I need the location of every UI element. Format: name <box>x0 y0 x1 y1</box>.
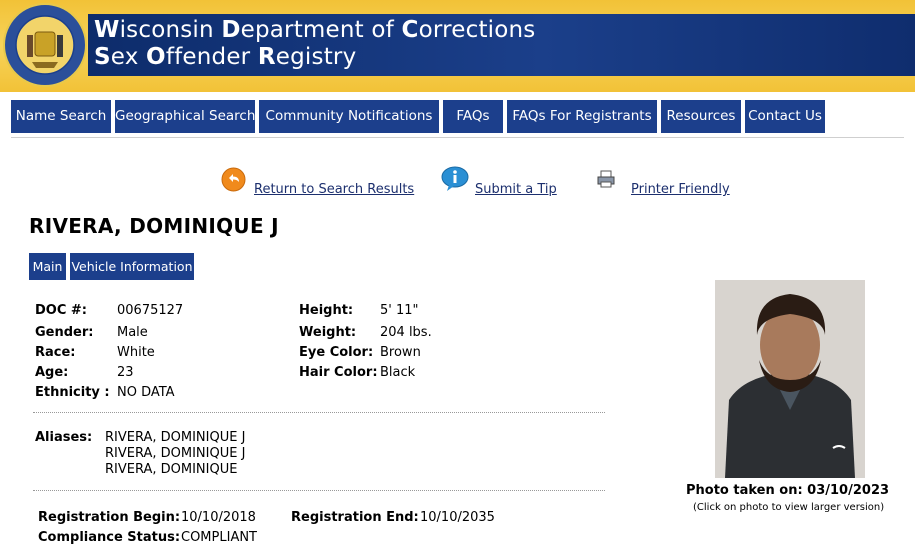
t1f: orrections <box>418 17 536 43</box>
header-banner: Wisconsin Department of Corrections Sex … <box>0 0 915 92</box>
aliases-label: Aliases: <box>35 430 93 445</box>
hair-color-label: Hair Color: <box>299 365 378 380</box>
submit-tip-link[interactable]: Submit a Tip <box>475 182 557 197</box>
offender-name: RIVERA, DOMINIQUE J <box>29 214 279 238</box>
tab-main[interactable]: Main <box>29 253 66 280</box>
header-title-line1: Wisconsin Department of Corrections <box>94 17 536 43</box>
tab-vehicle-information[interactable]: Vehicle Information <box>70 253 194 280</box>
race-value: White <box>117 345 155 360</box>
ethnicity-label: Ethnicity : <box>35 385 110 400</box>
state-seal-logo[interactable] <box>2 2 88 88</box>
compliance-status-label: Compliance Status: <box>38 530 181 545</box>
registration-begin-label: Registration Begin: <box>38 510 181 525</box>
height-value: 5' 11" <box>380 303 419 318</box>
t1b: isconsin <box>119 17 222 43</box>
header-title-line2: Sex Offender Registry <box>94 44 356 70</box>
nav-faqs-for-registrants[interactable]: FAQs For Registrants <box>507 100 657 133</box>
weight-label: Weight: <box>299 325 357 340</box>
alias-item: RIVERA, DOMINIQUE J <box>105 446 246 461</box>
race-label: Race: <box>35 345 76 360</box>
t2a: S <box>94 44 111 70</box>
alias-item: RIVERA, DOMINIQUE J <box>105 430 246 445</box>
t2c: O <box>146 44 166 70</box>
compliance-status-value: COMPLIANT <box>181 530 258 545</box>
age-value: 23 <box>117 365 134 380</box>
t2f: egistry <box>275 44 357 70</box>
ethnicity-value: NO DATA <box>117 385 175 400</box>
nav-faqs[interactable]: FAQs <box>443 100 503 133</box>
registration-end-label: Registration End: <box>291 510 419 525</box>
t1e: C <box>401 17 419 43</box>
registration-begin-value: 10/10/2018 <box>181 510 256 525</box>
return-arrow-icon[interactable] <box>221 167 246 192</box>
alias-item: RIVERA, DOMINIQUE <box>105 462 238 477</box>
photo-caption: Photo taken on: 03/10/2023 <box>686 483 890 498</box>
nav-geographical-search[interactable]: Geographical Search <box>115 100 255 133</box>
eye-color-value: Brown <box>380 345 421 360</box>
t1a: W <box>94 17 120 43</box>
info-bubble-icon[interactable] <box>440 166 470 192</box>
age-label: Age: <box>35 365 69 380</box>
registration-end-value: 10/10/2035 <box>420 510 495 525</box>
offender-photo[interactable] <box>715 280 865 478</box>
height-label: Height: <box>299 303 354 318</box>
return-to-search-link[interactable]: Return to Search Results <box>254 182 414 197</box>
printer-friendly-link[interactable]: Printer Friendly <box>631 182 730 197</box>
printer-icon[interactable] <box>596 169 616 189</box>
gender-label: Gender: <box>35 325 94 340</box>
doc-value: 00675127 <box>117 303 184 318</box>
nav-name-search[interactable]: Name Search <box>11 100 111 133</box>
gender-value: Male <box>117 325 148 340</box>
person-portrait-image <box>715 280 865 478</box>
t1c: D <box>221 17 241 43</box>
hair-color-value: Black <box>380 365 416 380</box>
nav-contact-us[interactable]: Contact Us <box>745 100 825 133</box>
section-divider <box>33 490 605 491</box>
header-title-bar: Wisconsin Department of Corrections Sex … <box>88 14 915 76</box>
eye-color-label: Eye Color: <box>299 345 374 360</box>
nav-community-notifications[interactable]: Community Notifications <box>259 100 439 133</box>
photo-subcaption: (Click on photo to view larger version) <box>693 502 885 513</box>
section-divider <box>33 412 605 413</box>
t2e: R <box>257 44 276 70</box>
divider <box>11 137 904 138</box>
t2b: ex <box>110 44 147 70</box>
t2d: ffender <box>165 44 258 70</box>
weight-value: 204 lbs. <box>380 325 432 340</box>
t1d: epartment of <box>240 17 402 43</box>
doc-label: DOC #: <box>35 303 87 318</box>
nav-resources[interactable]: Resources <box>661 100 741 133</box>
